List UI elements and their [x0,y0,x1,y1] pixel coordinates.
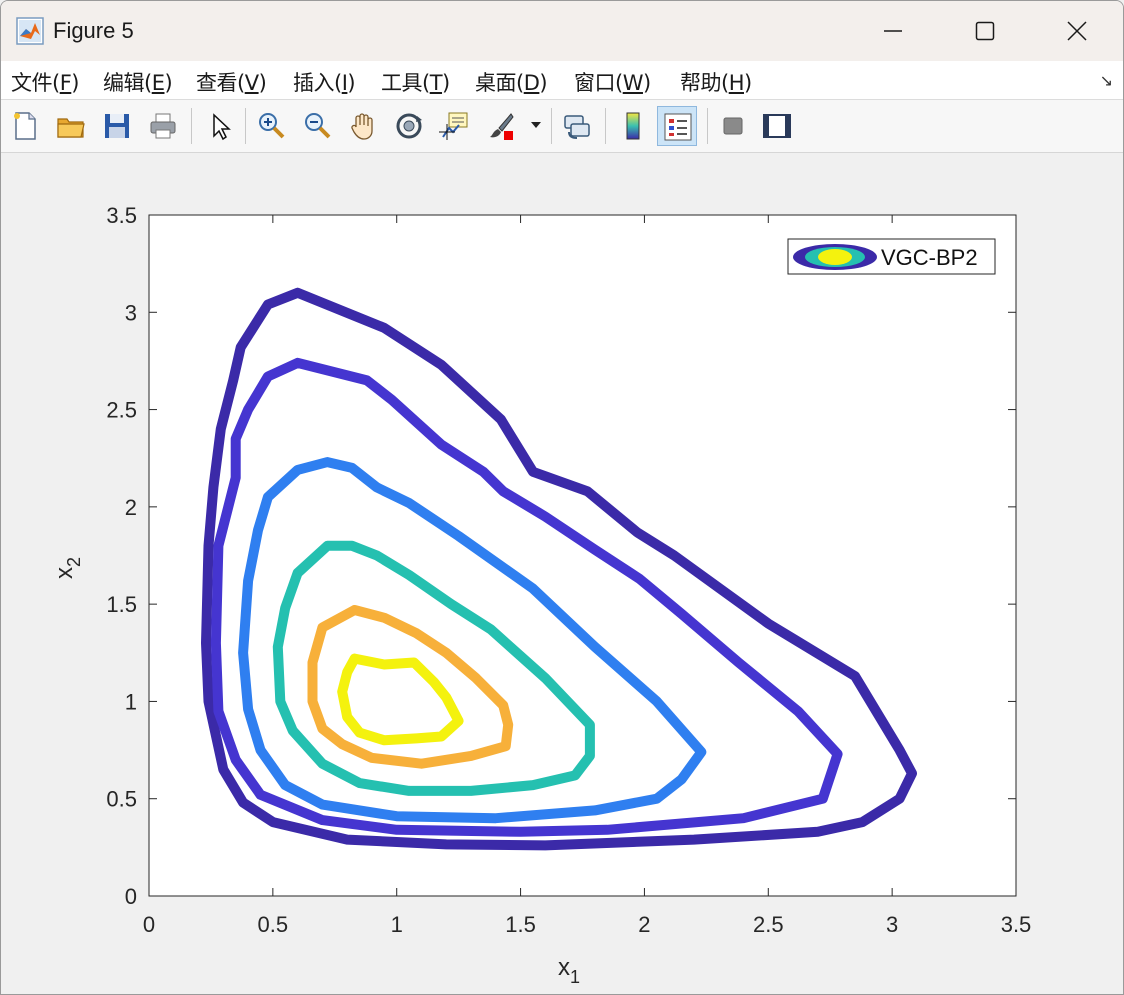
legend-label: VGC-BP2 [881,245,978,270]
show-plot-tools-button[interactable] [757,106,797,146]
title-bar[interactable]: Figure 5 [1,1,1123,61]
pan-button[interactable] [343,106,383,146]
brush-dropdown-icon[interactable] [531,122,541,128]
legend-swatch-inner [818,249,852,265]
print-icon [150,113,176,139]
legend-box[interactable]: VGC-BP2 [787,238,996,275]
save-icon [105,114,129,138]
y-tick-label: 3 [125,300,137,325]
figure-canvas: 0 0.5 1 1.5 2 2.5 3 3.5 0 0.5 1 1.5 2 2.5 3 3.5 x1 x2 … [1,153,1123,994]
menu-help[interactable]: 帮助(H) [680,67,752,97]
menu-bar: 文件(F) 编辑(E) 查看(V) 插入(I) 工具(T) 桌面(D) 窗口(W… [1,61,1123,100]
y-tick-label: 0.5 [106,787,137,812]
y-tick-label: 1.5 [106,592,137,617]
data-tip-icon [439,112,468,140]
contour-chart[interactable]: 0 0.5 1 1.5 2 2.5 3 3.5 00.511.522.533.5 x1 x2 … [1,153,1123,994]
hide-plot-tools-button[interactable] [713,106,753,146]
x-tick-label: 2 [638,912,650,937]
menu-view[interactable]: 查看(V) [196,67,267,97]
colorbar-icon [626,112,640,140]
link-plot-icon [564,115,590,139]
zoom-out-icon [305,113,331,139]
save-button[interactable] [97,106,137,146]
rotate-3d-icon [396,113,422,139]
legend-icon [664,113,692,141]
show-plot-tools-icon [763,114,791,138]
brush-button[interactable] [481,106,521,146]
menu-insert[interactable]: 插入(I) [293,67,356,97]
x-tick-label: 0 [143,912,155,937]
print-button[interactable] [143,106,183,146]
figure-toolbar [1,100,1123,153]
x-axis-label: x1 [558,954,580,987]
x-tick-label: 3.5 [1001,912,1032,937]
data-cursor-button[interactable] [435,106,475,146]
x-tick-label: 1.5 [505,912,536,937]
x-tick-label: 0.5 [258,912,289,937]
matlab-icon [16,17,44,45]
window-title: Figure 5 [53,18,134,43]
menu-tools[interactable]: 工具(T) [381,67,450,97]
x-tick-label: 1 [391,912,403,937]
y-axis-label: x2 [51,557,84,579]
menu-file[interactable]: 文件(F) [11,67,79,97]
y-tick-label: 2 [125,495,137,520]
open-folder-icon [57,118,85,138]
pan-hand-icon [351,113,373,140]
edit-plot-button[interactable] [199,106,239,146]
minimize-icon [884,30,902,32]
y-tick-label: 1 [125,689,137,714]
menu-window[interactable]: 窗口(W) [574,67,651,97]
link-plot-button[interactable] [557,106,597,146]
open-file-button[interactable] [51,106,91,146]
zoom-out-button[interactable] [297,106,337,146]
legend-button[interactable] [657,106,697,146]
y-tick-label: 0 [125,884,137,909]
y-tick-label: 3.5 [106,203,137,228]
zoom-in-icon [259,113,285,139]
menu-desktop[interactable]: 桌面(D) [475,67,548,97]
menu-overflow-icon[interactable]: ↘ [1100,71,1113,91]
colorbar-button[interactable] [613,106,653,146]
brush-icon [490,113,514,140]
x-tick-label: 3 [886,912,898,937]
maximize-icon [975,21,995,41]
maximize-button[interactable] [939,1,1031,61]
plot-area[interactable] [148,214,1017,897]
close-icon [1067,21,1087,41]
new-figure-button[interactable] [5,106,45,146]
y-tick-label: 2.5 [106,398,137,423]
rotate-3d-button[interactable] [389,106,429,146]
minimize-button[interactable] [847,1,939,61]
new-file-icon [14,112,36,140]
close-button[interactable] [1031,1,1123,61]
menu-edit[interactable]: 编辑(E) [103,67,173,97]
figure-window: Figure 5 文件(F) 编辑(E) 查看(V) 插入(I) 工具(T) 桌… [0,0,1124,995]
pointer-arrow-icon [213,113,231,141]
x-tick-label: 2.5 [753,912,784,937]
hide-plot-tools-icon [723,117,743,135]
zoom-in-button[interactable] [251,106,291,146]
